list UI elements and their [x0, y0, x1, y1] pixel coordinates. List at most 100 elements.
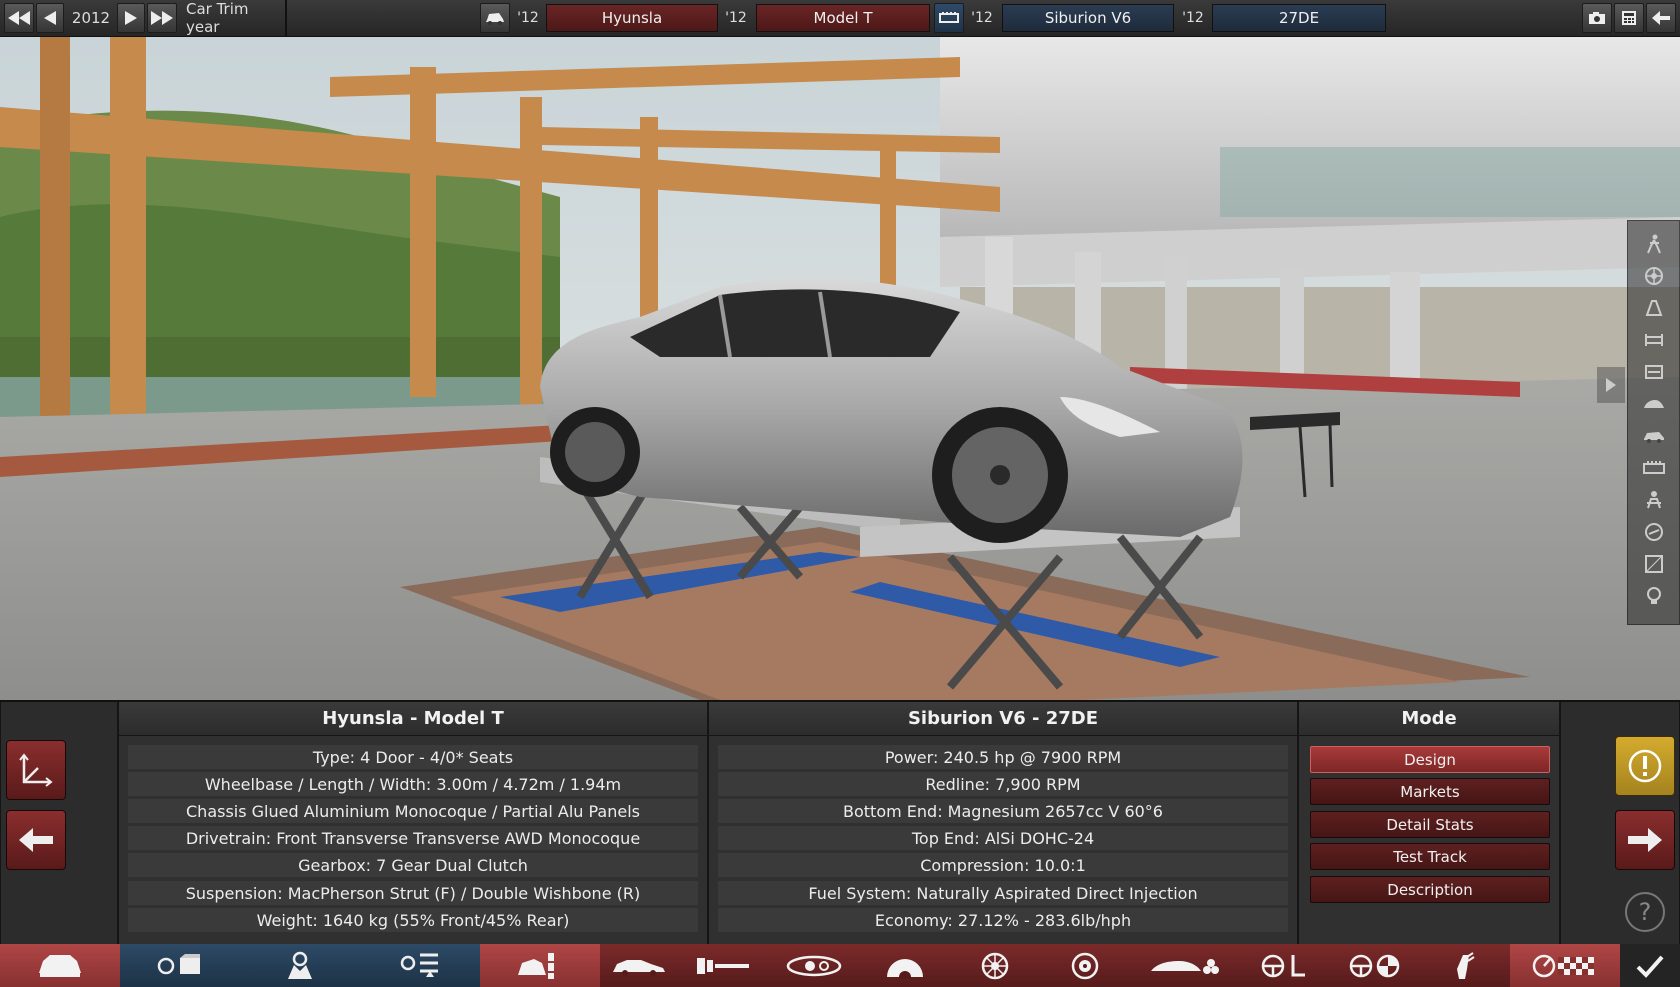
mode-test-track-button[interactable]: Test Track — [1310, 843, 1550, 870]
top-toolbar: 2012 Car Trim year '12 Hyunsla '12 Model… — [0, 0, 1680, 37]
engine-block-icon[interactable] — [1641, 455, 1667, 481]
variant-year-tag: '12 — [1182, 10, 1204, 26]
car-info-title: Hyunsla - Model T — [119, 702, 707, 736]
interior-icon — [1261, 954, 1305, 977]
tab-tune[interactable] — [1510, 944, 1620, 987]
exclamation-icon — [1628, 749, 1662, 783]
tab-trim-design[interactable] — [480, 944, 600, 987]
engine-stat-compression: Compression: 10.0:1 — [718, 853, 1288, 877]
lights-icon — [786, 955, 842, 976]
lightbulb-icon[interactable] — [1641, 583, 1667, 609]
tab-fuel[interactable] — [1420, 944, 1510, 987]
suspension-icon — [697, 957, 749, 974]
car-stat-type: Type: 4 Door - 4/0* Seats — [128, 745, 698, 769]
tab-finish[interactable] — [1620, 944, 1680, 987]
tab-engine-family[interactable] — [120, 944, 240, 987]
left-controls — [0, 702, 118, 946]
gauge-icon[interactable] — [1641, 519, 1667, 545]
info-panel: Hyunsla - Model T Type: 4 Door - 4/0* Se… — [0, 700, 1680, 946]
chassis-icon — [613, 959, 665, 976]
collapse-toolbar-arrow-icon[interactable] — [1597, 367, 1625, 403]
fuel-icon — [1457, 951, 1475, 979]
engine-stat-bottom-end: Bottom End: Magnesium 2657cc V 60°6 — [718, 799, 1288, 823]
engine-block-tab-icon — [288, 951, 312, 979]
tab-brakes[interactable] — [1040, 944, 1130, 987]
camera-angle-button[interactable] — [6, 740, 66, 800]
wheel-icon[interactable] — [1641, 263, 1667, 289]
tab-suspension[interactable] — [678, 944, 768, 987]
car-stat-gearbox: Gearbox: 7 Gear Dual Clutch — [128, 853, 698, 877]
tab-gearbox[interactable] — [860, 944, 950, 987]
car-stat-suspension: Suspension: MacPherson Strut (F) / Doubl… — [128, 881, 698, 905]
bottom-tab-bar — [0, 944, 1680, 987]
engine-icon[interactable] — [934, 3, 964, 33]
mode-description-button[interactable]: Description — [1310, 876, 1550, 903]
safety-icon — [1349, 954, 1400, 977]
left-arrow-icon — [19, 828, 53, 852]
next-step-button[interactable] — [1615, 810, 1675, 870]
mode-markets-button[interactable]: Markets — [1310, 778, 1550, 805]
brakes-icon — [1071, 952, 1099, 979]
camera-icon[interactable] — [1582, 3, 1612, 33]
mode-detail-stats-button[interactable]: Detail Stats — [1310, 811, 1550, 838]
gearbox-icon — [887, 958, 923, 979]
car-stat-dimensions: Wheelbase / Length / Width: 3.00m / 4.72… — [128, 772, 698, 796]
engine-stat-economy: Economy: 27.12% - 283.6lb/hph — [718, 908, 1288, 932]
car-stat-drivetrain: Drivetrain: Front Transverse Transverse … — [128, 826, 698, 850]
tab-wheels[interactable] — [950, 944, 1040, 987]
passenger-icon[interactable] — [1641, 487, 1667, 513]
engine-info-title: Siburion V6 - 27DE — [709, 702, 1297, 736]
engine-variant-icon — [400, 953, 438, 977]
right-arrow-icon — [1628, 828, 1662, 852]
engine-family-icon — [157, 953, 200, 974]
tab-chassis[interactable] — [600, 944, 678, 987]
trim-design-icon — [518, 952, 554, 979]
tab-aero[interactable] — [1130, 944, 1240, 987]
engine-stat-fuel-system: Fuel System: Naturally Aspirated Direct … — [718, 881, 1288, 905]
rewind-icon[interactable] — [36, 3, 64, 33]
drivetrain-icon[interactable] — [1641, 327, 1667, 353]
tune-icon — [1532, 954, 1594, 977]
axis-icon — [19, 753, 53, 787]
showroom-viewport[interactable] — [0, 37, 1680, 700]
help-icon[interactable]: ? — [1625, 892, 1665, 932]
engine-variant-field[interactable]: 27DE — [1212, 4, 1386, 32]
car-side-icon[interactable] — [1641, 423, 1667, 449]
tab-lights[interactable] — [768, 944, 860, 987]
engine-stat-top-end: Top End: AlSi DOHC-24 — [718, 826, 1288, 850]
mode-panel: Mode Design Markets Detail Stats Test Tr… — [1298, 702, 1560, 946]
showroom-scene-illustration — [0, 37, 1680, 700]
engine-family-field[interactable]: Siburion V6 — [1002, 4, 1174, 32]
car-year-tag: '12 — [517, 10, 539, 26]
chassis-icon[interactable] — [1641, 295, 1667, 321]
engine-year-tag: '12 — [971, 10, 993, 26]
tab-safety[interactable] — [1330, 944, 1420, 987]
fast-forward-icon[interactable] — [147, 3, 177, 33]
car-icon[interactable] — [480, 3, 510, 33]
tab-engine-variant[interactable] — [360, 944, 480, 987]
tab-interior[interactable] — [1240, 944, 1330, 987]
engine-info-panel: Siburion V6 - 27DE Power: 240.5 hp @ 790… — [708, 702, 1298, 946]
warning-button[interactable] — [1615, 736, 1675, 796]
car-body-icon — [39, 954, 81, 977]
model-field[interactable]: Model T — [756, 4, 930, 32]
play-icon[interactable] — [117, 3, 145, 33]
mode-title: Mode — [1299, 702, 1559, 736]
body-icon[interactable] — [1641, 391, 1667, 417]
mode-design-button[interactable]: Design — [1310, 746, 1550, 773]
tab-car-body[interactable] — [0, 944, 120, 987]
suspension-icon[interactable] — [1641, 359, 1667, 385]
aero-icon — [1151, 958, 1219, 974]
tab-engine-block[interactable] — [240, 944, 360, 987]
view-options-toolbar — [1627, 220, 1680, 625]
person-icon[interactable] — [1641, 231, 1667, 257]
previous-step-button[interactable] — [6, 810, 66, 870]
panel-icon[interactable] — [1641, 551, 1667, 577]
car-make-field[interactable]: Hyunsla — [546, 4, 718, 32]
calculator-icon[interactable] — [1614, 3, 1644, 33]
rewind-fast-icon[interactable] — [4, 3, 34, 33]
engine-stat-redline: Redline: 7,900 RPM — [718, 772, 1288, 796]
back-arrow-icon[interactable] — [1646, 3, 1676, 33]
checkmark-icon — [1636, 955, 1664, 978]
right-controls: ? — [1560, 702, 1680, 946]
